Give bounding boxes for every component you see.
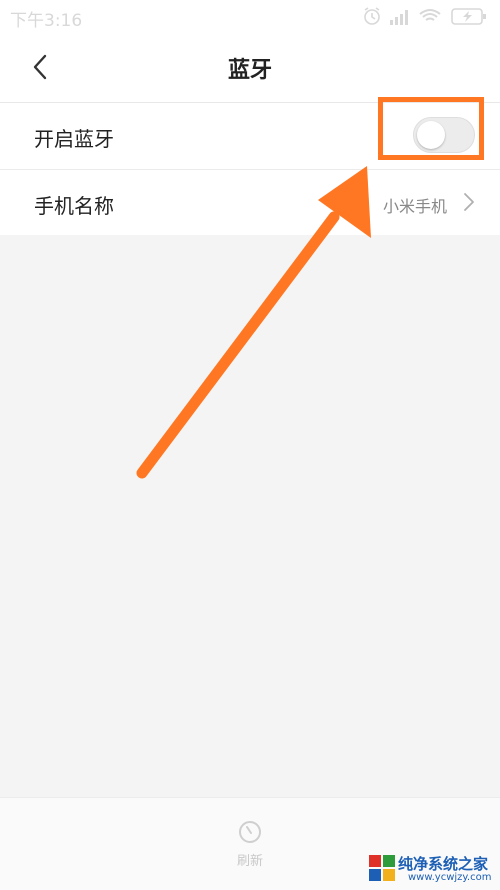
bluetooth-label: 开启蓝牙 xyxy=(34,127,114,151)
refresh-icon[interactable] xyxy=(238,820,262,844)
highlight-box xyxy=(378,97,484,160)
wifi-icon xyxy=(419,9,441,21)
device-name-row[interactable]: 手机名称 小米手机 xyxy=(0,169,500,236)
page-title: 蓝牙 xyxy=(227,58,272,83)
chevron-right-icon xyxy=(464,193,474,211)
status-icons xyxy=(364,7,486,25)
status-bar: 下午3:16 xyxy=(0,0,500,32)
signal-icon xyxy=(390,10,408,25)
header: 蓝牙 xyxy=(0,32,500,102)
device-name-label: 手机名称 xyxy=(34,194,114,218)
device-name-value: 小米手机 xyxy=(382,197,447,216)
watermark-text: 纯净系统之家 xyxy=(398,855,489,873)
status-time: 下午3:16 xyxy=(10,11,83,31)
battery-icon xyxy=(451,8,486,25)
alarm-icon xyxy=(364,7,380,25)
watermark-url: www.ycwjzy.com xyxy=(408,872,492,883)
